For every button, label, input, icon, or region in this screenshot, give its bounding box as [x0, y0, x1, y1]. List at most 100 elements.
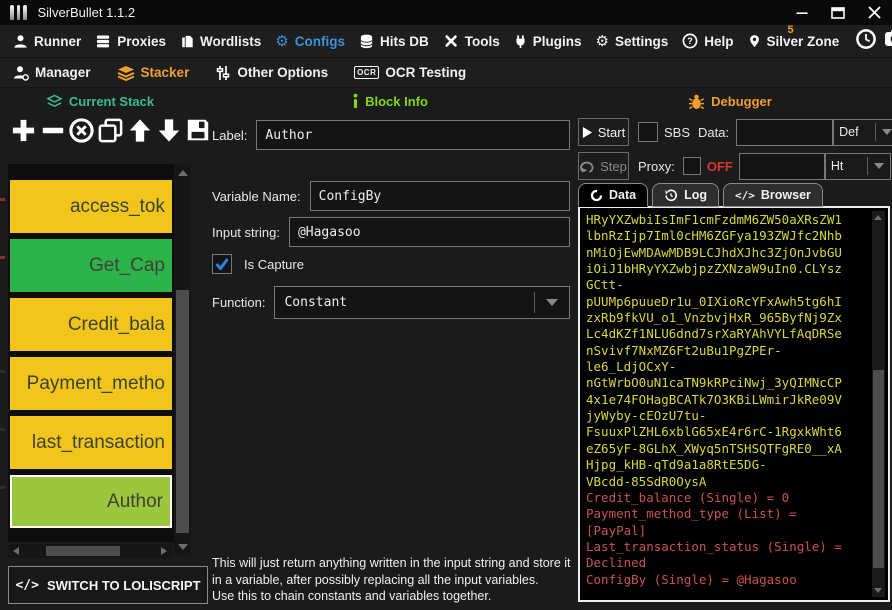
submenu-stacker[interactable]: Stacker	[117, 65, 190, 81]
screen-artifact	[0, 198, 5, 201]
menu-tools[interactable]: Tools	[443, 33, 500, 49]
move-up-button[interactable]	[126, 114, 153, 146]
scrollbar-thumb[interactable]	[176, 290, 189, 533]
clear-stack-button[interactable]	[68, 114, 95, 146]
debugger-header: Debugger	[578, 92, 882, 110]
manager-icon	[13, 65, 29, 81]
scrollbar-thumb[interactable]	[873, 370, 884, 568]
tab-browser[interactable]: </> Browser	[723, 183, 823, 207]
menu-settings[interactable]: ⚙ Settings	[596, 34, 669, 49]
wordlists-icon	[180, 34, 194, 49]
step-button[interactable]: Step	[578, 152, 629, 180]
scroll-down-arrow-icon[interactable]	[178, 544, 188, 550]
copy-icon	[97, 117, 124, 144]
wordlist-type-dropdown[interactable]: Def	[833, 119, 892, 146]
stack-item[interactable]: Payment_metho	[10, 357, 172, 410]
configs-submenu: Manager Stacker Other Options OCR OCR Te…	[0, 58, 892, 88]
stack-item-label: Payment_metho	[27, 373, 165, 395]
variable-name-row: Variable Name:	[212, 181, 570, 211]
remove-block-button[interactable]	[39, 114, 66, 146]
stack-item[interactable]: access_tok	[10, 180, 172, 233]
stack-item[interactable]: Author	[10, 475, 172, 528]
submenu-ocr-testing[interactable]: OCR OCR Testing	[354, 65, 466, 80]
sbs-caption: SBS	[664, 125, 690, 140]
screen-artifact	[0, 256, 5, 259]
output-scrollbar[interactable]	[872, 211, 885, 597]
scrollbar-thumb[interactable]	[46, 546, 120, 556]
function-dropdown[interactable]: Constant	[274, 286, 570, 319]
proxy-status: OFF	[707, 159, 733, 174]
close-button[interactable]	[856, 0, 892, 25]
clone-block-button[interactable]	[97, 114, 124, 146]
stack-item[interactable]: last_transaction	[10, 416, 172, 469]
minus-icon	[40, 117, 66, 144]
screenshot-button[interactable]	[884, 28, 892, 55]
is-capture-checkbox[interactable]	[212, 254, 232, 274]
debugger-output[interactable]: HRyYXZwbiIsImF1cmFzdmM6ZW50aXRsZW1 lbnRz…	[578, 206, 890, 602]
history-button[interactable]	[855, 28, 877, 55]
function-row: Function: Constant	[212, 286, 570, 319]
history-icon	[855, 28, 877, 50]
stack-toolbar	[10, 114, 211, 146]
menu-wordlists[interactable]: Wordlists	[180, 34, 261, 49]
code-icon: </>	[15, 578, 38, 593]
debug-capture-text: Credit_balance (Single) = 0 Payment_meth…	[586, 490, 868, 588]
menu-proxies[interactable]: Proxies	[95, 34, 166, 49]
menu-runner[interactable]: Runner	[13, 34, 81, 49]
menu-plugins[interactable]: Plugins	[514, 34, 582, 49]
move-down-button[interactable]	[155, 114, 182, 146]
menu-hits-db[interactable]: Hits DB	[359, 34, 429, 49]
minimize-button[interactable]	[784, 0, 820, 25]
menu-silver-zone[interactable]: Silver Zone 5	[748, 33, 840, 49]
submenu-manager[interactable]: Manager	[13, 65, 91, 81]
arrow-up-icon	[127, 117, 153, 144]
sliders-icon	[215, 65, 231, 81]
proxy-checkbox[interactable]	[683, 157, 701, 175]
tab-data[interactable]: Data	[578, 183, 648, 207]
location-pin-icon	[748, 33, 761, 49]
screen-artifact	[0, 486, 5, 489]
stack-item[interactable]: Credit_bala	[10, 298, 172, 351]
scroll-up-arrow-icon[interactable]	[178, 170, 188, 176]
input-string-caption: Input string:	[212, 225, 280, 240]
debugger-row-2: Step Proxy: OFF Ht	[578, 152, 890, 180]
scroll-down-arrow-icon[interactable]	[874, 588, 882, 593]
scroll-up-arrow-icon[interactable]	[874, 215, 882, 220]
function-selected-value: Constant	[275, 295, 534, 310]
maximize-button[interactable]	[820, 0, 856, 25]
save-config-button[interactable]	[184, 114, 211, 146]
play-icon	[582, 126, 593, 139]
switch-to-loliscript-button[interactable]: </> SWITCH TO LOLISCRIPT	[8, 566, 208, 604]
stack-item[interactable]: Get_Cap	[10, 239, 172, 292]
proxy-type-dropdown[interactable]: Ht	[825, 153, 891, 180]
scroll-right-arrow-icon[interactable]	[161, 547, 167, 555]
menu-configs[interactable]: ⚙ Configs	[275, 34, 345, 49]
stack-horizontal-scrollbar[interactable]	[8, 544, 172, 558]
plus-icon	[10, 117, 37, 144]
stack-vertical-scrollbar[interactable]	[174, 164, 191, 556]
block-label-input[interactable]	[256, 120, 570, 150]
proxy-type-value: Ht	[826, 159, 867, 173]
debug-data-input[interactable]	[736, 119, 833, 146]
scroll-left-arrow-icon[interactable]	[13, 547, 19, 555]
sbs-checkbox[interactable]	[638, 122, 658, 142]
variable-name-input[interactable]	[310, 181, 570, 211]
input-string-input[interactable]	[289, 217, 570, 247]
add-block-button[interactable]	[10, 114, 37, 146]
refresh-circle-icon	[590, 189, 603, 202]
screen-artifact	[0, 428, 5, 431]
app-logo-icon	[10, 5, 27, 20]
quick-icons	[855, 28, 892, 55]
submenu-other-options[interactable]: Other Options	[215, 65, 328, 81]
menu-help[interactable]: ? Help	[682, 33, 733, 49]
proxy-input[interactable]	[739, 153, 825, 180]
input-string-row: Input string:	[212, 217, 570, 247]
minimize-icon	[796, 7, 808, 19]
floppy-icon	[185, 117, 211, 143]
variable-name-caption: Variable Name:	[212, 189, 301, 204]
screen-artifact	[0, 370, 5, 373]
configs-gear-icon: ⚙	[275, 34, 288, 49]
tab-log[interactable]: Log	[652, 183, 719, 207]
label-caption: Label:	[212, 128, 247, 143]
start-button[interactable]: Start	[578, 118, 629, 146]
